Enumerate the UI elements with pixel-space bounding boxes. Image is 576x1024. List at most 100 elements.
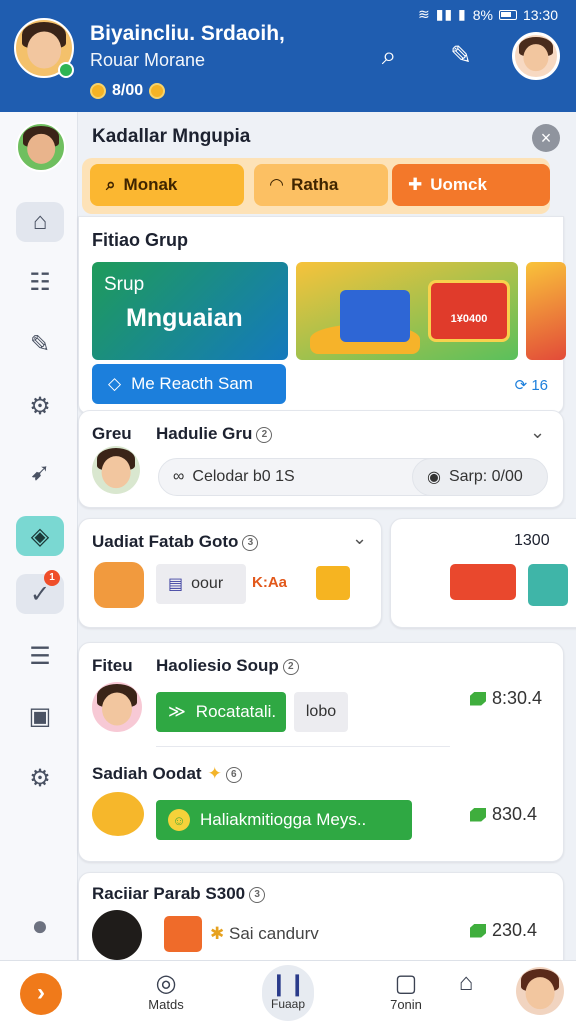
rail-avatar[interactable] <box>16 122 66 172</box>
coin-balance: 8/00 <box>90 82 166 100</box>
bottom-nav: › ◎ Matds ❙❙ Fuaap ▢ 7onin ⌂ <box>0 960 576 1024</box>
plus-icon: ✚ <box>408 175 423 194</box>
green-action-button[interactable]: ≫ Rocatatali. <box>156 692 286 732</box>
token-icon <box>149 83 166 99</box>
info-icon[interactable]: 3 <box>249 886 266 903</box>
edit-icon[interactable]: ✎ <box>446 40 476 70</box>
gem-icon <box>470 807 486 822</box>
nav-center-label: Fuaap <box>270 997 306 1011</box>
account-icon[interactable]: ● <box>16 906 64 946</box>
puzzle-icon[interactable]: ◈ <box>16 516 64 556</box>
notes-icon[interactable]: ✎ <box>16 324 64 364</box>
pause-icon: ❙❙ <box>269 971 307 996</box>
clock: 13:30 <box>522 6 558 23</box>
coins-illustration <box>92 792 144 836</box>
field2-text: Sarp: 0/00 <box>448 468 523 485</box>
group-caption: ✱ Sai candurv <box>210 924 319 944</box>
header-title: Biyaincliu. Srdaoih, <box>90 22 285 45</box>
amount: 8:30.4 <box>470 688 542 709</box>
header-subtitle: Rouar Morane <box>90 50 206 70</box>
info-icon[interactable]: 6 <box>225 766 242 783</box>
tag2: K:Aa <box>252 574 288 591</box>
check-icon: ≫ <box>168 702 186 721</box>
amount-value: 230.4 <box>492 920 538 940</box>
info-icon[interactable]: 2 <box>282 658 299 675</box>
group-avatar[interactable] <box>92 682 142 732</box>
group-name: Hadulie Gru 2 <box>156 424 273 444</box>
green-wide-button[interactable]: ☺ Haliakmitiogga Meys.. <box>156 800 412 840</box>
doc-icon: ▤ <box>168 576 184 593</box>
amount-value: 8:30.4 <box>492 688 543 708</box>
teal-chip[interactable] <box>528 564 568 606</box>
nav-third[interactable]: ▢ 7onin <box>366 969 446 1012</box>
action-button-2[interactable]: ◠ Ratha <box>254 164 388 206</box>
reach-button[interactable]: ◇ Me Reacth Sam <box>92 364 286 404</box>
chevron-down-icon[interactable]: ⌄ <box>530 422 545 443</box>
rocket-icon[interactable]: ➹ <box>16 452 64 492</box>
action-label: Ratha <box>291 175 339 194</box>
group5-name-text: Raciiar Parab S300 <box>92 884 246 903</box>
action-button-1[interactable]: ⌕ Monak <box>90 164 244 206</box>
nav-store[interactable]: ⌂ <box>436 969 496 997</box>
sparkle-icon: ✱ <box>210 924 225 943</box>
chest-illustration <box>340 290 410 342</box>
grey-action-button[interactable]: lobo <box>294 692 348 732</box>
forward-button[interactable]: › <box>20 973 62 1015</box>
share-count-value: 16 <box>531 377 548 394</box>
wave-icon: ◠ <box>270 175 284 194</box>
tag-chip[interactable]: ▤ oour <box>156 564 246 604</box>
chevron-down-icon[interactable]: ⌄ <box>352 528 367 549</box>
group-avatar[interactable] <box>92 910 142 960</box>
settings-icon[interactable]: ⚙ <box>16 386 64 426</box>
amount: 830.4 <box>470 804 537 825</box>
info-icon[interactable]: 3 <box>242 534 259 551</box>
status-bar: ≋ ▮▮ ▮ 8% 13:30 <box>418 6 558 23</box>
close-icon[interactable]: × <box>532 124 560 152</box>
action-label: Uomck <box>430 175 487 194</box>
tag-text: oour <box>191 575 224 592</box>
ticket-illustration <box>450 564 516 600</box>
link-icon: ∞ <box>173 468 185 485</box>
promo-banner-2[interactable]: 1¥0400 <box>296 262 518 360</box>
wifi-icon: ≋ <box>417 6 430 22</box>
share-icon: ⟳ <box>514 377 528 394</box>
group-field-2[interactable]: ◉ Sarp: 0/00 <box>412 458 548 496</box>
gear-icon[interactable]: ⚙ <box>16 758 64 798</box>
promo-banner-1[interactable]: Srup Mnguaian <box>92 262 288 360</box>
promo-sign: 1¥0400 <box>428 280 510 342</box>
group-label: Greu <box>92 424 132 443</box>
search-icon[interactable]: ⌕ <box>374 40 404 70</box>
chat-icon: ▢ <box>394 970 418 997</box>
promo-banner-3[interactable] <box>526 262 566 360</box>
divider <box>156 746 450 747</box>
amount: 230.4 <box>470 920 537 941</box>
nav-profile-avatar[interactable] <box>516 967 564 1015</box>
group-avatar[interactable] <box>92 446 140 494</box>
caption-text: Sai candurv <box>228 924 319 943</box>
info-icon[interactable]: 2 <box>256 426 273 443</box>
robot-illustration <box>94 562 144 608</box>
nav-matches[interactable]: ◎ Matds <box>126 969 206 1012</box>
action-button-3[interactable]: ✚ Uomck <box>392 164 550 206</box>
green-label: Rocatatali. <box>195 702 277 721</box>
search-icon: ⌕ <box>106 175 116 194</box>
home-icon[interactable]: ⌂ <box>16 202 64 242</box>
gem-icon <box>470 923 486 938</box>
my-avatar[interactable] <box>512 32 560 80</box>
green-wide-label: Haliakmitiogga Meys.. <box>200 810 367 829</box>
nav-center[interactable]: ❙❙ Fuaap <box>262 965 314 1021</box>
featured-title: Fitiao Grup <box>92 230 188 250</box>
battery-icon <box>498 9 517 20</box>
list-icon[interactable]: ☷ <box>16 262 64 302</box>
side-value: 1300 <box>514 532 550 549</box>
briefcase-icon[interactable]: ▣ <box>16 696 64 736</box>
share-count[interactable]: ⟳ 16 <box>515 376 548 394</box>
left-rail: ⌂ ☷ ✎ ⚙ ➹ ◈ ✓ 1 ☰ ▣ ⚙ ● <box>0 112 78 960</box>
tasks-icon[interactable]: ✓ 1 <box>16 570 64 614</box>
nav-label: 7onin <box>390 997 422 1012</box>
tasks-badge: 1 <box>44 570 60 586</box>
diamond-icon: ◇ <box>108 374 122 393</box>
game-icon: ◎ <box>155 970 177 997</box>
report-icon[interactable]: ☰ <box>16 636 64 676</box>
group-name: Haoliesio Soup 2 <box>156 656 299 676</box>
